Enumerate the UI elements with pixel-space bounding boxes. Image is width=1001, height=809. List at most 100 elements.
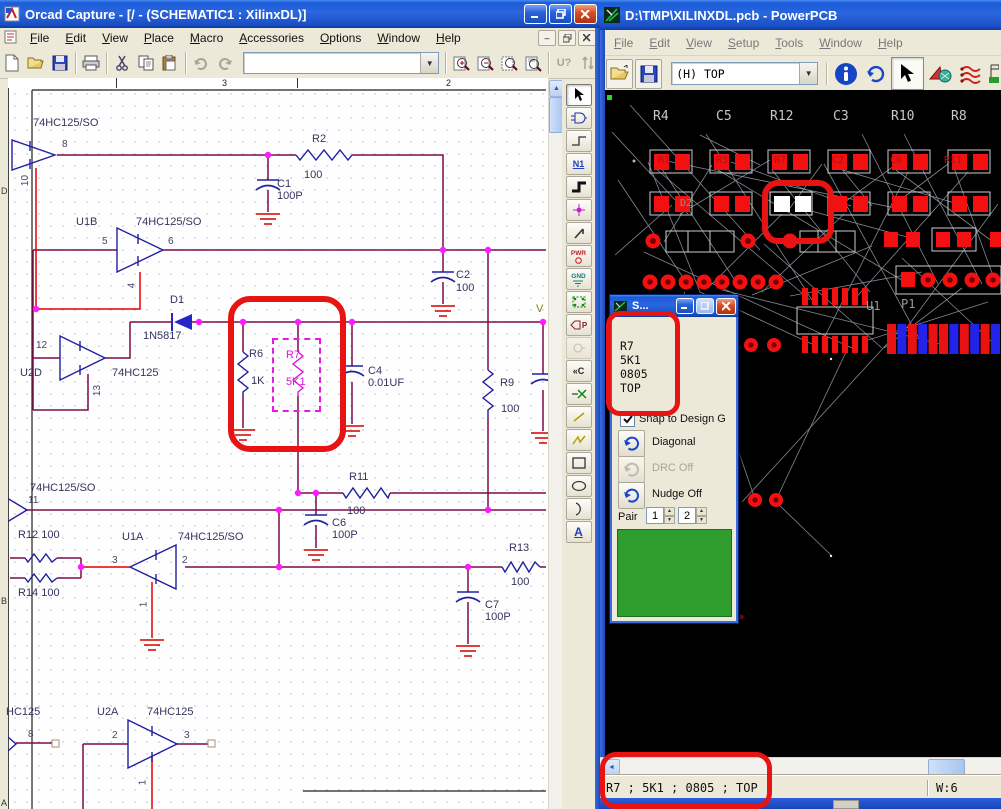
menu-item[interactable]: Window — [369, 29, 428, 47]
menu-item[interactable]: Place — [136, 29, 182, 47]
info-button[interactable] — [831, 58, 860, 90]
place-bus-button[interactable] — [566, 176, 592, 198]
menu-item[interactable]: Options — [312, 29, 369, 47]
schematic-canvas[interactable] — [8, 88, 549, 809]
draw-polyline-button[interactable] — [566, 429, 592, 451]
scroll-left-button[interactable]: ◄ — [603, 759, 620, 776]
part-search-combobox[interactable]: ▼ — [243, 52, 440, 74]
annotate-button[interactable]: U? — [553, 51, 575, 75]
menu-item[interactable]: File — [22, 29, 57, 47]
menu-item[interactable]: Setup — [720, 34, 767, 52]
toolbar-separator — [106, 52, 107, 74]
place-text-button[interactable]: A — [566, 521, 592, 543]
layer-dropdown-arrow[interactable]: ▼ — [799, 63, 817, 84]
orcad-titlebar[interactable]: Orcad Capture - [/ - (SCHEMATIC1 : Xilin… — [0, 0, 600, 28]
mdi-minimize-button[interactable]: – — [538, 30, 556, 46]
place-power-button[interactable]: PWR — [566, 245, 592, 267]
palette-close-button[interactable] — [716, 298, 736, 315]
zoom-area-button[interactable] — [498, 51, 520, 75]
snap-checkbox[interactable] — [620, 412, 635, 427]
zoom-all-button[interactable] — [522, 51, 544, 75]
place-junction-button[interactable] — [566, 199, 592, 221]
redraw-button[interactable] — [862, 58, 889, 90]
copy-button[interactable] — [135, 51, 157, 75]
place-hierarchical-pin-button[interactable] — [566, 337, 592, 359]
place-no-connect-button[interactable] — [566, 383, 592, 405]
design-toolbar-button[interactable] — [926, 57, 955, 90]
zoom-in-button[interactable] — [450, 51, 472, 75]
place-bus-entry-button[interactable] — [566, 222, 592, 244]
routing-palette-window: S... R75K10805TOP Snap to Design G Diago… — [609, 294, 739, 624]
open-file-button[interactable] — [25, 51, 47, 75]
cut-button[interactable] — [111, 51, 133, 75]
menu-item[interactable]: Help — [428, 29, 469, 47]
draw-ellipse-button[interactable] — [566, 475, 592, 497]
pair2-value[interactable]: 2 — [678, 507, 696, 524]
drafting-toolbar-button[interactable] — [986, 57, 1000, 90]
menu-item[interactable]: Edit — [641, 34, 678, 52]
powerpcb-titlebar[interactable]: D:\TMP\XILINXDL.pcb - PowerPCB — [600, 0, 1001, 30]
redo-button[interactable] — [214, 51, 236, 75]
orcad-minimize-button[interactable] — [524, 4, 547, 24]
text-tool-icon: A — [574, 525, 583, 539]
mdi-close-button[interactable] — [578, 30, 596, 46]
route-toolbar-button[interactable] — [957, 57, 984, 90]
menu-item[interactable]: View — [94, 29, 136, 47]
layer-value[interactable]: (H) TOP — [672, 67, 799, 81]
orcad-close-button[interactable] — [574, 4, 597, 24]
pair1-arrows[interactable]: ▲▼ — [664, 507, 675, 524]
hscroll-thumb[interactable] — [928, 759, 965, 776]
place-hierarchical-port-button[interactable]: P — [566, 314, 592, 336]
schematic-vscrollbar[interactable]: ▲ — [548, 80, 563, 809]
mdi-restore-button[interactable] — [558, 30, 576, 46]
nudge-button[interactable] — [618, 482, 645, 509]
orcad-doc-icon — [4, 30, 18, 47]
menu-item[interactable]: Macro — [182, 29, 231, 47]
place-wire-button[interactable] — [566, 130, 592, 152]
layer-combobox[interactable]: (H) TOP ▼ — [671, 62, 818, 85]
menu-item[interactable]: Edit — [57, 29, 94, 47]
status-width-text: W:6 — [928, 781, 1001, 795]
place-ground-button[interactable]: GND — [566, 268, 592, 290]
drc-button[interactable] — [618, 456, 645, 483]
place-part-button[interactable] — [566, 107, 592, 129]
draw-rectangle-button[interactable] — [566, 452, 592, 474]
pcb-hscrollbar[interactable]: ◄ — [600, 757, 1001, 776]
select-tool-button[interactable] — [566, 84, 592, 106]
diagonal-button[interactable] — [618, 430, 645, 457]
resize-grip[interactable] — [833, 800, 859, 809]
pointer-tool-button[interactable] — [891, 57, 924, 90]
zoom-out-button[interactable] — [474, 51, 496, 75]
palette-info-line: 0805 — [612, 367, 736, 381]
toolbar-separator — [548, 52, 549, 74]
orcad-restore-button[interactable] — [549, 4, 572, 24]
menu-item[interactable]: Help — [870, 34, 911, 52]
save-button[interactable] — [49, 51, 71, 75]
menu-item[interactable]: Accessories — [231, 29, 312, 47]
palette-maximize-button[interactable] — [696, 298, 714, 314]
menu-item[interactable]: Window — [811, 34, 870, 52]
pair2-arrows[interactable]: ▲▼ — [696, 507, 707, 524]
new-document-button[interactable] — [1, 51, 23, 75]
undo-button[interactable] — [190, 51, 212, 75]
palette-titlebar[interactable]: S... — [610, 295, 738, 317]
palette-minimize-button[interactable] — [676, 298, 694, 314]
menu-item[interactable]: Tools — [767, 34, 811, 52]
print-button[interactable] — [80, 51, 102, 75]
place-hierarchical-block-button[interactable] — [566, 291, 592, 313]
pair1-spinner[interactable]: 1 ▲▼ — [646, 507, 675, 524]
draw-arc-button[interactable] — [566, 498, 592, 520]
pair1-value[interactable]: 1 — [646, 507, 664, 524]
pcb-save-button[interactable] — [635, 59, 662, 89]
combobox-dropdown-arrow[interactable]: ▼ — [420, 53, 438, 73]
paste-button[interactable] — [159, 51, 181, 75]
place-offpage-connector-button[interactable]: «C — [566, 360, 592, 382]
place-net-alias-button[interactable]: N1 — [566, 153, 592, 175]
menu-item[interactable]: View — [678, 34, 720, 52]
pair2-spinner[interactable]: 2 ▲▼ — [678, 507, 707, 524]
pcb-open-button[interactable] — [606, 59, 633, 89]
menu-item[interactable]: File — [606, 34, 641, 52]
palette-info-line: 5K1 — [612, 353, 736, 367]
draw-line-button[interactable] — [566, 406, 592, 428]
orcad-toolbar: ▼ U? — [0, 48, 600, 79]
